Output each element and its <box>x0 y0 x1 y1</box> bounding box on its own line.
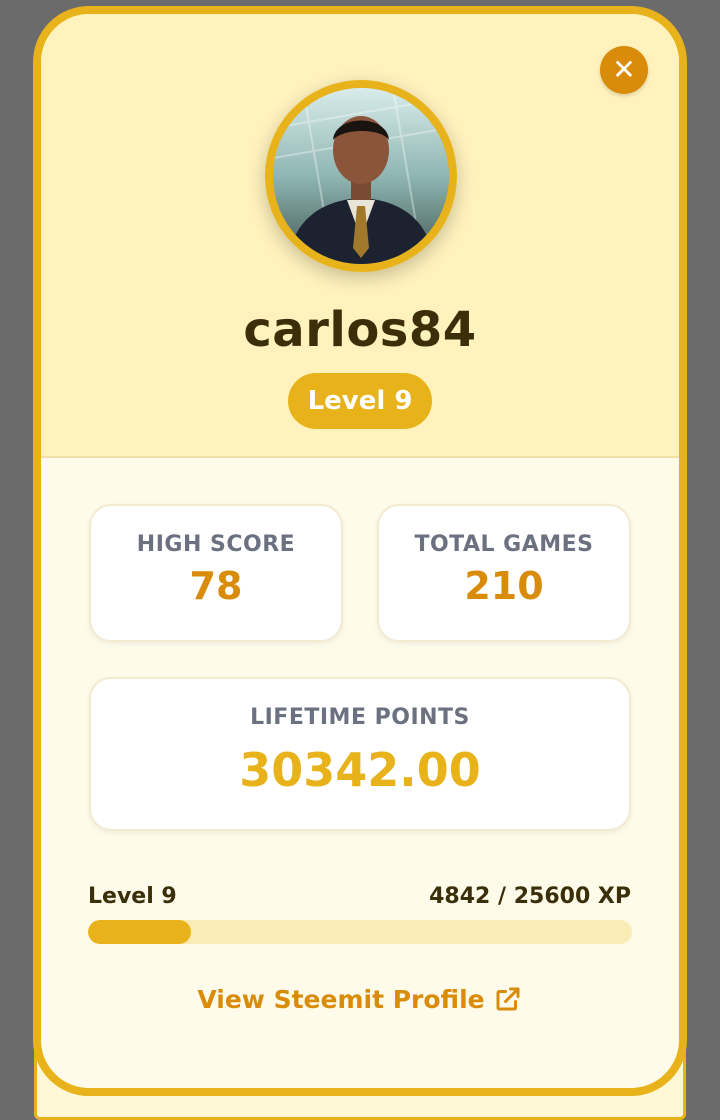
high-score-value: 78 <box>189 564 243 608</box>
total-games-value: 210 <box>464 564 544 608</box>
username: carlos84 <box>243 302 477 358</box>
high-score-label: HIGH SCORE <box>136 532 296 557</box>
total-games-card: TOTAL GAMES 210 <box>377 504 631 642</box>
avatar <box>265 80 457 272</box>
external-link-icon <box>493 984 523 1014</box>
profile-modal: ✕ carlos84 Level 9 HIGH SCORE 78 TOTAL G… <box>33 6 687 1096</box>
close-button[interactable]: ✕ <box>600 46 648 94</box>
user-photo-icon <box>273 88 449 264</box>
steemit-link-label: View Steemit Profile <box>197 984 485 1014</box>
xp-progress-fill <box>88 920 191 944</box>
total-games-label: TOTAL GAMES <box>414 532 594 557</box>
view-steemit-profile-link[interactable]: View Steemit Profile <box>41 984 679 1014</box>
lifetime-points-card: LIFETIME POINTS 30342.00 <box>89 677 631 831</box>
xp-progress-text: 4842 / 25600 XP <box>429 884 631 909</box>
xp-level-label: Level 9 <box>88 884 177 909</box>
high-score-card: HIGH SCORE 78 <box>89 504 343 642</box>
lifetime-points-value: 30342.00 <box>239 743 481 797</box>
level-badge: Level 9 <box>288 373 432 429</box>
lifetime-points-label: LIFETIME POINTS <box>250 705 470 730</box>
close-icon: ✕ <box>612 53 636 86</box>
xp-progress-bar <box>88 920 632 944</box>
